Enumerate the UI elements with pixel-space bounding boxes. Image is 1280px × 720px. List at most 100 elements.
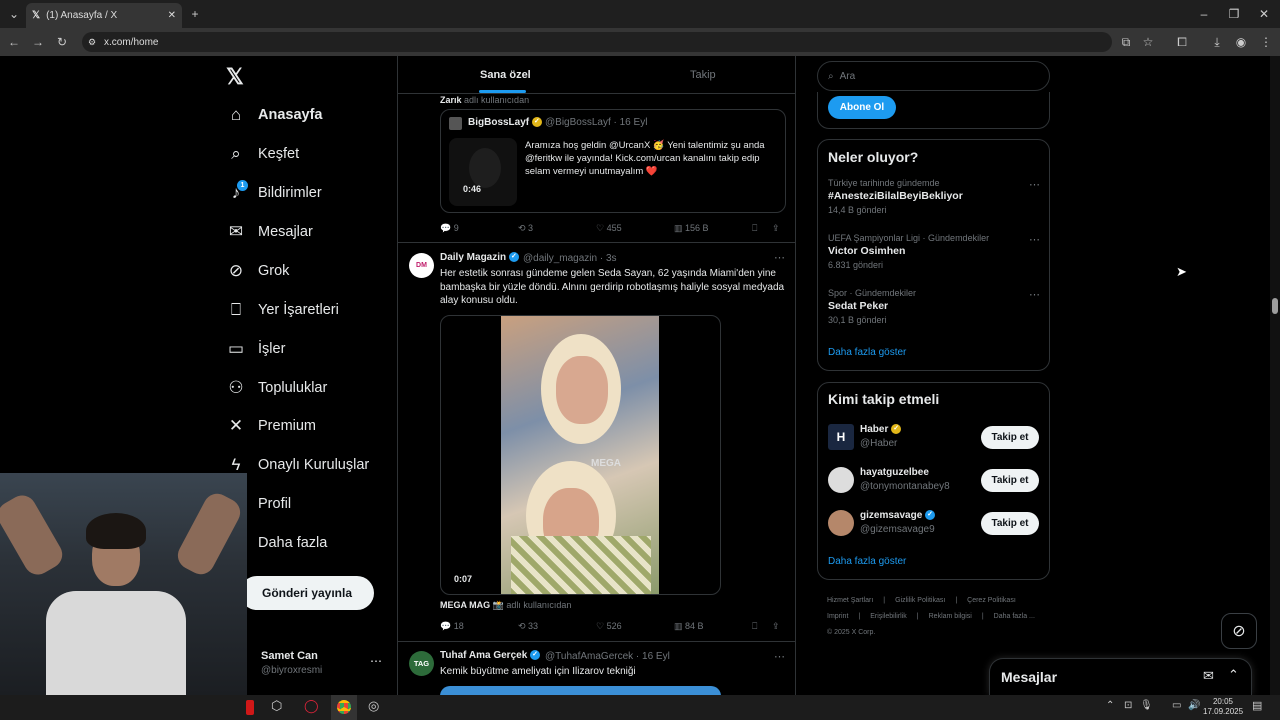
scrollbar-thumb[interactable] [1272, 298, 1278, 314]
footer-link[interactable]: Daha fazla ... [994, 613, 1035, 620]
notification-center-icon[interactable]: ▤ [1252, 699, 1262, 712]
tag-avatar[interactable]: TAG [409, 651, 434, 676]
suggestion-name[interactable]: gizemsavage ✓ [860, 510, 936, 521]
tray-mic-icon[interactable]: 🎙 [1140, 700, 1153, 711]
sidebar-item-briefcase[interactable]: ▭ İşler [226, 334, 285, 364]
chrome-menu-icon[interactable]: ⋮ [1256, 32, 1276, 52]
like-button[interactable]: ♡ 455 [596, 223, 674, 234]
trends-show-more[interactable]: Daha fazla göster [828, 347, 906, 358]
trend-more-icon[interactable]: ⋯ [1029, 288, 1040, 301]
forward-icon[interactable]: → [28, 32, 48, 52]
sidebar-item-grok[interactable]: ⊘ Grok [226, 256, 290, 286]
follow-suggestion[interactable]: gizemsavage ✓ @gizemsavage9 Takip et [828, 509, 1040, 539]
post3-more-icon[interactable]: ⋯ [774, 650, 785, 663]
tray-clock[interactable]: 20:05 17.09.2025 [1203, 697, 1243, 717]
footer-link[interactable]: Reklam bilgisi [929, 613, 972, 620]
follow-button[interactable]: Takip et [981, 469, 1039, 492]
quoted-post[interactable]: BigBossLayf ✓ @BigBossLayf · 16 Eyl 0:46… [440, 109, 786, 213]
tab-close-icon[interactable]: ✕ [168, 10, 176, 21]
x-logo-icon[interactable]: 𝕏 [226, 64, 244, 90]
taskbar-app-red-icon[interactable] [246, 700, 254, 715]
sidebar-item-mail[interactable]: ✉ Mesajlar [226, 217, 313, 247]
scrollbar-track[interactable] [1270, 56, 1280, 695]
footer-link[interactable]: Imprint [827, 613, 848, 620]
minimize-icon[interactable]: – [1194, 4, 1214, 24]
account-more-icon[interactable]: ⋯ [370, 654, 382, 668]
bookmark-icon[interactable]: ⎕ [752, 223, 772, 234]
share-icon[interactable]: ⇪ [772, 223, 786, 234]
sidebar-item-search[interactable]: ⌕ Keşfet [226, 139, 299, 169]
sidebar-item-x-premium[interactable]: ✕ Premium [226, 411, 316, 441]
post2-video[interactable]: MEGA 0:07 [440, 315, 721, 595]
daily-magazin-avatar[interactable]: DM [409, 253, 434, 278]
quote-video-thumb[interactable]: 0:46 [449, 138, 517, 206]
suggestion-avatar[interactable] [828, 510, 854, 536]
post3-author-name[interactable]: Tuhaf Ama Gerçek ✓ [440, 650, 541, 661]
views-button[interactable]: ▥ 156 B [674, 223, 752, 234]
trend-more-icon[interactable]: ⋯ [1029, 233, 1040, 246]
follow-suggestion[interactable]: H Haber ✓ @Haber Takip et [828, 423, 1040, 453]
sidebar-item-lightning[interactable]: ϟ Onaylı Kuruluşlar [226, 450, 370, 480]
tab-search-icon[interactable]: ⌄ [4, 4, 24, 24]
cast-icon[interactable]: ⧉ [1116, 32, 1136, 52]
follow-button[interactable]: Takip et [981, 426, 1039, 449]
taskbar-obs-icon[interactable]: ◎ [368, 698, 379, 714]
suggestion-name[interactable]: hayatguzelbee [860, 467, 929, 478]
tray-volume-icon[interactable]: 🔊 [1188, 700, 1200, 711]
window-close-icon[interactable]: ✕ [1254, 4, 1274, 24]
follow-button[interactable]: Takip et [981, 512, 1039, 535]
suggestion-avatar[interactable] [828, 467, 854, 493]
search-input[interactable]: ⌕ Ara [817, 61, 1050, 91]
suggestion-avatar[interactable]: H [828, 424, 854, 450]
tray-network-icon[interactable]: ⊡ [1124, 700, 1132, 711]
like-button[interactable]: ♡ 526 [596, 621, 674, 632]
views-button[interactable]: ▥ 84 B [674, 621, 752, 632]
quote-author-name[interactable]: BigBossLayf ✓ [468, 117, 542, 128]
sidebar-item-bookmark[interactable]: ⎕ Yer İşaretleri [226, 295, 339, 325]
back-icon[interactable]: ← [4, 32, 24, 52]
account-icon[interactable]: ◉ [1231, 32, 1251, 52]
trend-item[interactable]: Türkiye tarihinde gündemde #AnesteziBilal… [828, 178, 1040, 224]
taskbar-chrome-active[interactable] [331, 695, 357, 720]
site-info-icon[interactable]: ⚙ [88, 37, 96, 48]
footer-link[interactable]: Gizlilik Politikası [895, 597, 945, 604]
new-tab-icon[interactable]: + [185, 4, 205, 24]
taskbar-opera-icon[interactable]: ◯ [304, 698, 319, 714]
expand-up-icon[interactable]: ⌃ [1228, 667, 1239, 683]
trend-item[interactable]: Spor · Gündemdekiler Sedat Peker 30,1 B gö… [828, 288, 1040, 334]
post2-more-icon[interactable]: ⋯ [774, 251, 785, 264]
new-message-icon[interactable]: ✉ [1203, 668, 1214, 684]
subscribe-button[interactable]: Abone Ol [828, 96, 896, 119]
taskbar-app-cube-icon[interactable]: ⬡ [271, 698, 282, 714]
trend-more-icon[interactable]: ⋯ [1029, 178, 1040, 191]
account-name[interactable]: Samet Can [261, 650, 318, 662]
sidebar-item-bell[interactable]: ♪ 1 Bildirimler [226, 178, 322, 208]
tray-monitor-icon[interactable]: ▭ [1172, 700, 1181, 711]
repost-button[interactable]: ⟲ 33 [518, 621, 596, 632]
suggestion-name[interactable]: Haber ✓ [860, 424, 902, 435]
repost-button[interactable]: ⟲ 3 [518, 223, 596, 234]
restore-icon[interactable]: ❐ [1224, 4, 1244, 24]
sidebar-item-home[interactable]: ⌂ Anasayfa [226, 100, 323, 130]
reply-button[interactable]: 💬 9 [440, 223, 518, 234]
extensions-icon[interactable]: ⧠ [1172, 32, 1192, 52]
tab-following[interactable]: Takip [690, 69, 716, 81]
post2-author-name[interactable]: Daily Magazin ✓ [440, 252, 519, 263]
footer-link[interactable]: Erişilebilirlik [870, 613, 907, 620]
browser-tab[interactable]: 𝕏 (1) Anasayfa / X ✕ [26, 3, 182, 28]
url-field[interactable]: ⚙ x.com/home [82, 32, 1112, 52]
share-icon[interactable]: ⇪ [772, 621, 786, 632]
tray-chevron-icon[interactable]: ⌃ [1106, 700, 1114, 711]
post-button[interactable]: Gönderi yayınla [240, 576, 374, 610]
who-show-more[interactable]: Daha fazla göster [828, 556, 906, 567]
reload-icon[interactable]: ↻ [52, 32, 72, 52]
reply-button[interactable]: 💬 18 [440, 621, 518, 632]
trend-item[interactable]: UEFA Şampiyonlar Ligi · Gündemdekiler Vic… [828, 233, 1040, 279]
tab-for-you[interactable]: Sana özel [480, 69, 531, 81]
footer-link[interactable]: Çerez Politikası [967, 597, 1016, 604]
sidebar-item-communities[interactable]: ⚇ Topluluklar [226, 373, 327, 403]
messages-drawer[interactable]: Mesajlar ✉ ⌃ [989, 658, 1252, 695]
footer-link[interactable]: Hizmet Şartları [827, 597, 873, 604]
grok-float-icon[interactable]: ⊘ [1221, 613, 1257, 649]
bookmark-star-icon[interactable]: ☆ [1138, 32, 1158, 52]
